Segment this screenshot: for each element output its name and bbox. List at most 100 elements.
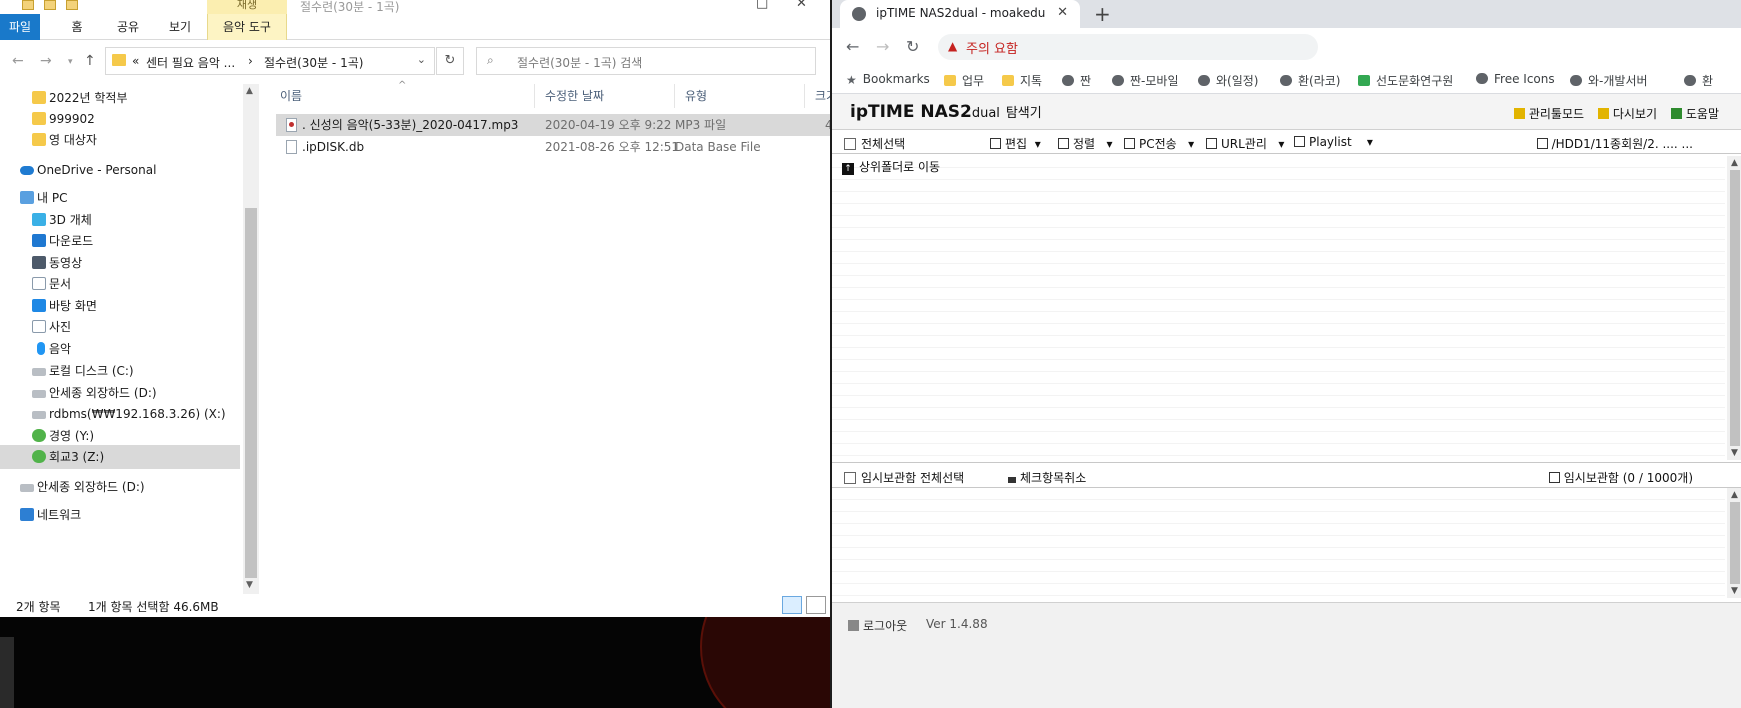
warning-icon[interactable]: ▲	[948, 39, 957, 53]
logout-button[interactable]: 로그아웃	[848, 617, 907, 634]
file-row[interactable]: . 신성의 음악(5-33분)_2020-0417.mp3 2020-04-19…	[276, 114, 830, 136]
quick-access-folder-icon[interactable]	[44, 0, 56, 10]
bookmark-link[interactable]: 선도문화연구원	[1358, 72, 1453, 89]
refresh-icon[interactable]: ↻	[436, 47, 464, 75]
nav-item[interactable]: 영 대상자	[0, 128, 240, 152]
temp-scrollbar[interactable]: ▲ ▼	[1727, 488, 1741, 598]
scroll-thumb[interactable]	[1730, 170, 1740, 446]
nav-item[interactable]: 내 PC	[0, 186, 240, 210]
nav-item[interactable]: 로컬 디스크 (C:)	[0, 359, 240, 383]
app-header: ipTIME NAS2dual 탐색기 관리툴모드 다시보기 도움말	[832, 94, 1741, 130]
sort-menu[interactable]: 정렬 ▾	[1058, 135, 1113, 152]
scroll-up-icon[interactable]: ▲	[1731, 490, 1738, 500]
column-type[interactable]: 유형	[675, 84, 805, 108]
bookmark-link[interactable]: Free Icons	[1476, 72, 1555, 86]
navigation-pane: 2022년 학적부 999902 영 대상자 OneDrive - Personal 내…	[0, 84, 243, 594]
uncheck-button[interactable]: 체크항목취소	[1008, 469, 1086, 486]
video-icon	[32, 256, 46, 269]
tab-music-tools[interactable]: 음악 도구	[207, 14, 287, 40]
quick-access-folder-icon[interactable]	[66, 0, 78, 10]
recent-locations-icon[interactable]: ▾	[68, 57, 73, 67]
action-bar: 전체선택 편집 ▾ 정렬 ▾ PC전송 ▾ URL관리 ▾ Playlist ▾…	[832, 132, 1741, 154]
tab-view[interactable]: 보기	[160, 14, 200, 40]
list-scrollbar[interactable]: ▲ ▼	[1727, 156, 1741, 460]
nav-item[interactable]: 안세종 외장하드 (D:)	[0, 475, 240, 499]
bookmark-folder[interactable]: 지톡	[1002, 72, 1042, 89]
temp-select-all-checkbox[interactable]: 임시보관함 전체선택	[844, 469, 964, 486]
nav-item[interactable]: rdbms(₩₩192.168.3.26) (X:)	[0, 402, 240, 426]
bookmark-link[interactable]: 짠-모바일	[1112, 72, 1179, 89]
tab-file[interactable]: 파일	[0, 14, 40, 40]
omnibox[interactable]: ▲ 주의 요함	[938, 34, 1318, 60]
file-row[interactable]: .ipDISK.db 2021-08-26 오후 12:51 Data Base…	[276, 136, 830, 158]
new-tab-icon[interactable]: +	[1094, 2, 1111, 26]
forward-icon[interactable]: →	[40, 53, 52, 69]
help-link[interactable]: 도움말	[1670, 107, 1719, 121]
3d-objects-icon	[32, 213, 46, 226]
context-tab-play[interactable]: 재생	[207, 0, 287, 14]
pc-transfer-menu[interactable]: PC전송 ▾	[1124, 135, 1194, 152]
scroll-down-icon[interactable]: ▼	[1731, 586, 1738, 596]
bookmarks-menu[interactable]: ★ Bookmarks	[846, 72, 930, 87]
taskbar-fragment	[0, 637, 14, 708]
admin-mode-link[interactable]: 관리툴모드	[1513, 107, 1584, 121]
up-folder-link[interactable]: ↑ 상위폴더로 이동	[842, 158, 940, 175]
chevron-down-icon[interactable]: ⌄	[417, 53, 426, 66]
folder-icon	[32, 91, 46, 104]
bookmark-link[interactable]: 와(일정)	[1198, 72, 1258, 89]
breadcrumb-overflow[interactable]: «	[132, 54, 139, 68]
security-warning[interactable]: 주의 요함	[966, 38, 1018, 57]
scroll-up-icon[interactable]: ▲	[246, 86, 253, 96]
tab-share[interactable]: 공유	[108, 14, 148, 40]
bookmark-link[interactable]: 와-개발서버	[1570, 72, 1648, 89]
bookmark-link[interactable]: 짠	[1062, 72, 1091, 89]
large-icons-view-icon[interactable]	[806, 596, 826, 614]
nav-item[interactable]: 사진	[0, 315, 240, 339]
scroll-down-icon[interactable]: ▼	[246, 580, 253, 590]
nav-item[interactable]: 다운로드	[0, 229, 240, 253]
file-explorer-window: 재생 절수련(30분 - 1곡) □ ✕ 파일 홈 공유 보기 음악 도구 ← …	[0, 0, 830, 617]
navigation-scrollbar[interactable]: ▲ ▼	[243, 84, 259, 594]
globe-icon	[1198, 75, 1210, 86]
desktop-icon	[32, 299, 46, 312]
bookmark-folder[interactable]: 업무	[944, 72, 984, 89]
nav-item[interactable]: 회교3 (Z:)	[0, 445, 240, 469]
scroll-up-icon[interactable]: ▲	[1731, 158, 1738, 168]
details-view-icon[interactable]	[782, 596, 802, 614]
folder-icon	[1536, 138, 1548, 149]
breadcrumb-current[interactable]: 절수련(30분 - 1곡)	[264, 54, 363, 71]
browser-tab[interactable]: ipTIME NAS2dual - moakedu ✕	[840, 0, 1080, 28]
close-tab-icon[interactable]: ✕	[1057, 5, 1068, 20]
scroll-thumb[interactable]	[1730, 502, 1740, 584]
maximize-icon[interactable]: □	[756, 0, 768, 11]
forward-icon[interactable]: →	[876, 37, 889, 56]
refresh-link[interactable]: 다시보기	[1597, 107, 1657, 121]
temp-box-count[interactable]: 임시보관함 (0 / 1000개)	[1548, 469, 1693, 486]
tab-home[interactable]: 홈	[62, 14, 92, 40]
up-icon[interactable]: ↑	[84, 53, 96, 69]
scroll-down-icon[interactable]: ▼	[1731, 448, 1738, 458]
nav-item[interactable]: 문서	[0, 272, 240, 296]
select-all-checkbox[interactable]: 전체선택	[844, 135, 905, 152]
breadcrumb-separator[interactable]: ›	[248, 54, 253, 68]
edit-menu[interactable]: 편집 ▾	[990, 135, 1041, 152]
eye-icon	[1476, 73, 1488, 84]
quick-access-check-icon[interactable]	[22, 0, 34, 10]
bookmark-link[interactable]: 환(라코)	[1280, 72, 1340, 89]
column-modified[interactable]: 수정한 날짜	[535, 84, 675, 108]
nav-item[interactable]: 음악	[0, 337, 240, 361]
close-icon[interactable]: ✕	[796, 0, 807, 11]
back-icon[interactable]: ←	[12, 53, 24, 69]
nav-item[interactable]: 네트워크	[0, 503, 240, 527]
breadcrumb-parent[interactable]: 센터 필요 음악 ...	[146, 54, 235, 71]
bookmark-link[interactable]: 환	[1684, 72, 1713, 89]
nav-item[interactable]: OneDrive - Personal	[0, 158, 240, 182]
scroll-thumb[interactable]	[245, 208, 257, 578]
back-icon[interactable]: ←	[846, 37, 859, 56]
url-manage-menu[interactable]: URL관리 ▾	[1206, 135, 1284, 152]
address-bar[interactable]: « 센터 필요 음악 ... › 절수련(30분 - 1곡) ⌄	[105, 47, 435, 75]
playlist-menu[interactable]: Playlist ▾	[1294, 135, 1373, 149]
column-size[interactable]: 크기	[805, 84, 830, 108]
reload-icon[interactable]: ↻	[906, 37, 919, 56]
search-input[interactable]: ⌕ 절수련(30분 - 1곡) 검색	[476, 47, 816, 75]
